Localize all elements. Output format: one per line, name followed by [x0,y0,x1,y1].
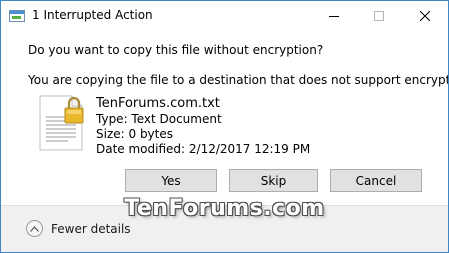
maximize-button[interactable] [356,1,401,31]
fewer-details-label: Fewer details [51,221,131,236]
encrypted-text-file-icon [38,95,88,151]
title-bar[interactable]: 1 Interrupted Action [1,1,448,32]
file-name: TenForums.com.txt [96,96,220,111]
file-details: TenForums.com.txt Type: Text Document Si… [96,95,310,157]
cancel-button[interactable]: Cancel [330,169,422,192]
close-icon [419,11,430,21]
fewer-details-toggle[interactable]: Fewer details [26,220,131,237]
minimize-button[interactable] [311,1,356,31]
chevron-up-icon [26,220,43,237]
skip-button[interactable]: Skip [229,169,318,192]
close-button[interactable] [402,1,447,31]
minimize-icon [328,16,339,17]
dialog-footer: Fewer details [1,205,448,252]
window-title: 1 Interrupted Action [32,8,153,22]
dialog-explanation: You are copying the file to a destinatio… [28,73,449,87]
maximize-icon [373,11,384,21]
file-size: Size: 0 bytes [96,127,173,141]
file-type: Type: Text Document [96,112,222,126]
dialog-window: 1 Interrupted Action Do you want to copy… [0,0,449,253]
file-operation-icon [9,10,25,22]
file-date-modified: Date modified: 2/12/2017 12:19 PM [96,142,311,156]
dialog-content: Do you want to copy this file without en… [1,32,448,205]
dialog-question: Do you want to copy this file without en… [28,43,324,57]
yes-button[interactable]: Yes [125,169,217,192]
